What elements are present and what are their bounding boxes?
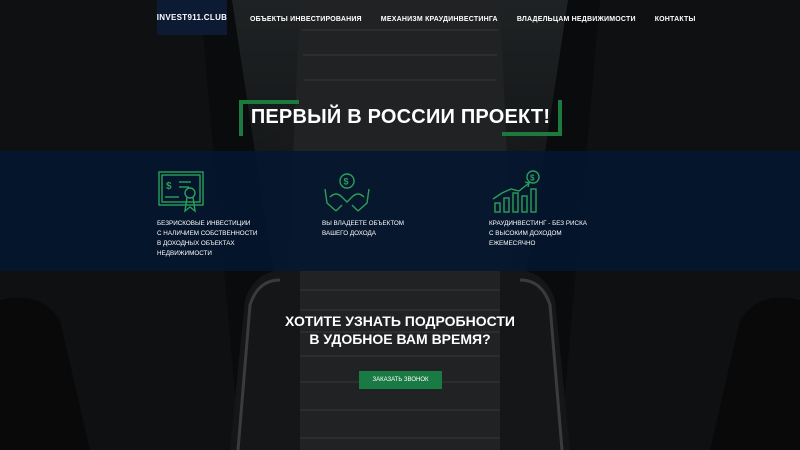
nav-item-property-owners[interactable]: ВЛАДЕЛЬЦАМ НЕДВИЖИМОСТИ <box>517 16 636 23</box>
hero-title: ПЕРВЫЙ В РОССИИ ПРОЕКТ! <box>250 105 551 128</box>
hands-money-icon: $ <box>324 173 370 212</box>
nav-item-contacts[interactable]: КОНТАКТЫ <box>655 16 696 23</box>
feature-text: БЕЗРИСКОВЫЕ ИНВЕСТИЦИИ С НАЛИЧИЕМ СОБСТВ… <box>157 220 258 257</box>
features-band: $ БЕЗРИСКОВЫЕ ИНВЕСТИЦИИ С НАЛИЧИЕМ СОБС… <box>0 151 800 271</box>
svg-text:$: $ <box>344 177 349 187</box>
order-call-button[interactable]: ЗАКАЗАТЬ ЗВОНОК <box>359 371 442 389</box>
main-nav: ОБЪЕКТЫ ИНВЕСТИРОВАНИЯ МЕХАНИЗМ КРАУДИНВ… <box>250 0 715 38</box>
feature-text: ВЫ ВЛАДЕЕТЕ ОБЪЕКТОМ ВАШЕГО ДОХОДА <box>322 220 405 237</box>
site-logo[interactable]: INVEST911.CLUB <box>157 0 227 35</box>
svg-text:$: $ <box>166 181 172 192</box>
feature-text: КРАУДИНВЕСТИНГ - БЕЗ РИСКА С ВЫСОКИМ ДОХ… <box>489 220 587 247</box>
hero-title-frame: ПЕРВЫЙ В РОССИИ ПРОЕКТ! <box>239 100 562 136</box>
cta-title: ХОТИТЕ УЗНАТЬ ПОДРОБНОСТИ В УДОБНОЕ ВАМ … <box>285 313 515 347</box>
certificate-dollar-icon: $ <box>158 171 204 213</box>
svg-text:$: $ <box>530 174 535 183</box>
nav-item-investment-objects[interactable]: ОБЪЕКТЫ ИНВЕСТИРОВАНИЯ <box>250 16 362 23</box>
growth-chart-dollar-icon: $ <box>492 170 540 213</box>
nav-item-crowdinvesting-mechanism[interactable]: МЕХАНИЗМ КРАУДИНВЕСТИНГА <box>381 16 498 23</box>
